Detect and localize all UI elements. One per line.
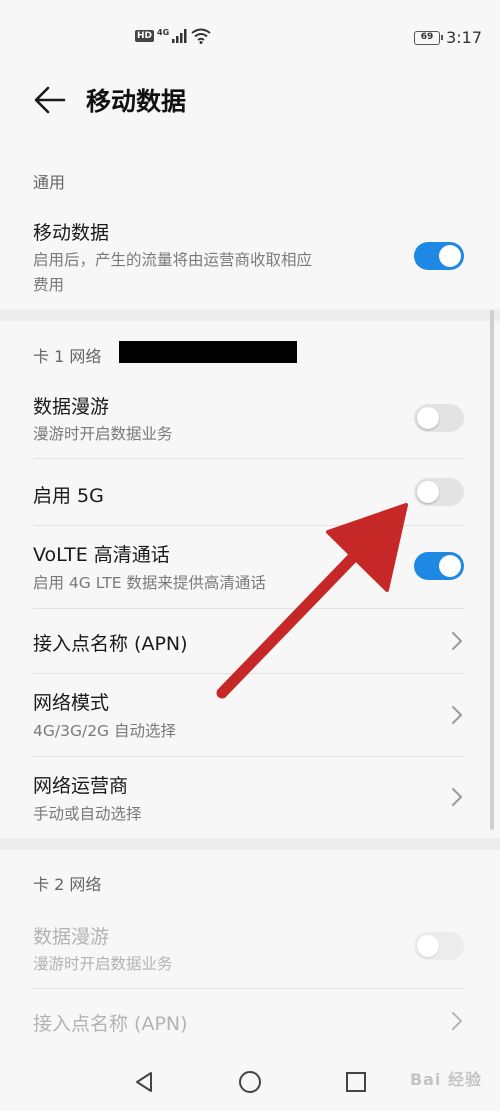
network-mode-row[interactable]: 网络模式 4G/3G/2G 自动选择 xyxy=(0,674,500,756)
nav-home-button[interactable] xyxy=(233,1065,267,1099)
battery-icon: 69 xyxy=(414,30,444,45)
sim1-data-roaming-toggle[interactable] xyxy=(414,404,464,432)
volte-row[interactable]: VoLTE 高清通话 启用 4G LTE 数据来提供高清通话 xyxy=(0,526,500,608)
page-title: 移动数据 xyxy=(86,87,187,116)
sim2-data-roaming-subtitle: 漫游时开启数据业务 xyxy=(33,955,173,973)
section-title-general: 通用 xyxy=(33,173,66,192)
scrollbar[interactable] xyxy=(490,310,494,830)
chevron-right-icon xyxy=(452,632,462,650)
section-separator xyxy=(0,309,500,321)
enable-5g-row[interactable]: 启用 5G xyxy=(0,459,500,525)
back-button[interactable] xyxy=(30,80,70,120)
volte-subtitle: 启用 4G LTE 数据来提供高清通话 xyxy=(33,574,266,592)
status-time: 3:17 xyxy=(446,28,482,47)
mobile-data-toggle[interactable] xyxy=(414,242,464,270)
status-bar: HD 4G 69 3:17 xyxy=(0,0,500,72)
sim1-data-roaming-subtitle: 漫游时开启数据业务 xyxy=(33,425,173,443)
arrow-left-icon xyxy=(34,86,66,114)
app-header: 移动数据 xyxy=(0,72,500,128)
home-circle-icon xyxy=(239,1071,261,1093)
signal-icon xyxy=(172,29,187,43)
enable-5g-title: 启用 5G xyxy=(33,485,104,507)
sim2-apn-row[interactable]: 接入点名称 (APN) xyxy=(0,989,500,1049)
nav-back-button[interactable] xyxy=(127,1065,161,1099)
hd-icon: HD xyxy=(135,30,155,42)
sim2-data-roaming-toggle[interactable] xyxy=(414,932,464,960)
chevron-right-icon xyxy=(452,1012,462,1030)
sim1-data-roaming-row[interactable]: 数据漫游 漫游时开启数据业务 xyxy=(0,380,500,458)
nav-recents-button[interactable] xyxy=(339,1065,373,1099)
mobile-data-subtitle-line1: 启用后，产生的流量将由运营商收取相应 xyxy=(33,251,313,269)
carrier-row[interactable]: 网络运营商 手动或自动选择 xyxy=(0,757,500,837)
mobile-data-subtitle-line2: 费用 xyxy=(33,276,65,294)
carrier-subtitle: 手动或自动选择 xyxy=(33,805,142,823)
sim1-data-roaming-title: 数据漫游 xyxy=(33,396,110,418)
toggle-knob xyxy=(439,245,461,267)
network-type-label: 4G xyxy=(157,27,170,37)
sim2-data-roaming-title: 数据漫游 xyxy=(33,926,110,948)
sim1-apn-title: 接入点名称 (APN) xyxy=(33,633,188,655)
redacted-block xyxy=(119,341,297,363)
status-right: 69 3:17 xyxy=(414,28,482,47)
toggle-knob xyxy=(417,481,439,503)
status-icons: HD 4G xyxy=(135,28,211,44)
chevron-right-icon xyxy=(452,706,462,724)
toggle-knob xyxy=(417,407,439,429)
wifi-icon xyxy=(191,28,211,44)
mobile-data-title: 移动数据 xyxy=(33,222,110,244)
section-title-sim1: 卡 1 网络 xyxy=(33,347,102,366)
volte-title: VoLTE 高清通话 xyxy=(33,544,170,566)
carrier-title: 网络运营商 xyxy=(33,775,129,797)
sim2-data-roaming-row[interactable]: 数据漫游 漫游时开启数据业务 xyxy=(0,910,500,988)
toggle-knob xyxy=(417,935,439,957)
section-title-sim2: 卡 2 网络 xyxy=(33,875,102,894)
mobile-data-row[interactable]: 移动数据 启用后，产生的流量将由运营商收取相应 费用 xyxy=(0,210,500,306)
enable-5g-toggle[interactable] xyxy=(414,478,464,506)
watermark-logo: Bai 经验 xyxy=(409,1070,482,1089)
back-triangle-icon xyxy=(136,1072,152,1092)
network-mode-title: 网络模式 xyxy=(33,692,110,714)
volte-toggle[interactable] xyxy=(414,552,464,580)
section-separator xyxy=(0,838,500,850)
sim2-apn-title: 接入点名称 (APN) xyxy=(33,1013,188,1035)
recents-square-icon xyxy=(346,1072,366,1092)
sim1-apn-row[interactable]: 接入点名称 (APN) xyxy=(0,609,500,673)
network-mode-subtitle: 4G/3G/2G 自动选择 xyxy=(33,722,176,740)
chevron-right-icon xyxy=(452,788,462,806)
toggle-knob xyxy=(439,555,461,577)
